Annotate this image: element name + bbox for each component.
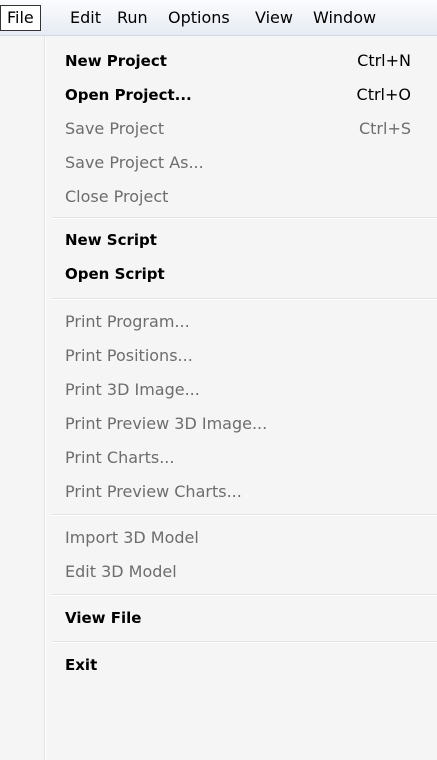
menu-item-label: Print Preview 3D Image...	[65, 414, 268, 433]
menu-item-edit-3d-model[interactable]: Edit 3D Model	[52, 555, 422, 589]
menu-item-label: Save Project	[65, 119, 165, 138]
menu-item-label: View File	[65, 609, 142, 627]
menu-file[interactable]: File	[0, 5, 41, 31]
menu-item-shortcut: Ctrl+S	[358, 119, 411, 138]
menu-item-print-program[interactable]: Print Program...	[52, 305, 422, 339]
menu-item-label: Import 3D Model	[65, 528, 199, 547]
menu-item-label: New Project	[65, 52, 167, 70]
menu-item-label: Print Program...	[65, 312, 190, 331]
menu-item-save-project[interactable]: Save Project Ctrl+S	[52, 112, 422, 146]
menu-item-label: Open Project...	[65, 86, 192, 104]
menu-item-new-script[interactable]: New Script	[52, 223, 422, 257]
menu-item-shortcut: Ctrl+O	[356, 85, 411, 104]
menu-separator	[52, 514, 437, 516]
menu-item-save-project-as[interactable]: Save Project As...	[52, 146, 422, 180]
menu-item-label: Exit	[65, 656, 98, 674]
menu-item-label: Print Charts...	[65, 448, 175, 467]
menu-item-view-file[interactable]: View File	[52, 601, 422, 635]
menu-separator	[52, 641, 437, 643]
menu-item-label: New Script	[65, 231, 157, 249]
file-menu-dropdown: New Project Ctrl+N Open Project... Ctrl+…	[0, 36, 437, 760]
menu-options[interactable]: Options	[162, 5, 236, 31]
menu-item-print-3d-image[interactable]: Print 3D Image...	[52, 373, 422, 407]
menu-item-shortcut: Ctrl+N	[357, 51, 411, 70]
menu-separator	[52, 298, 437, 300]
menu-item-label: Open Script	[65, 265, 165, 283]
menu-item-label: Edit 3D Model	[65, 562, 177, 581]
menu-item-label: Print Positions...	[65, 346, 193, 365]
menu-item-print-charts[interactable]: Print Charts...	[52, 441, 422, 475]
icon-gutter	[44, 36, 46, 760]
menu-item-label: Print 3D Image...	[65, 380, 200, 399]
menu-item-print-preview-charts[interactable]: Print Preview Charts...	[52, 475, 422, 509]
menu-item-import-3d-model[interactable]: Import 3D Model	[52, 521, 422, 555]
menu-item-print-positions[interactable]: Print Positions...	[52, 339, 422, 373]
menu-separator	[52, 594, 437, 596]
menu-item-open-script[interactable]: Open Script	[52, 257, 422, 291]
menu-item-label: Print Preview Charts...	[65, 482, 242, 501]
menu-window[interactable]: Window	[307, 5, 382, 31]
menu-item-open-project[interactable]: Open Project... Ctrl+O	[52, 78, 422, 112]
menu-view[interactable]: View	[249, 5, 299, 31]
menu-item-label: Save Project As...	[65, 153, 204, 172]
menu-item-close-project[interactable]: Close Project	[52, 180, 422, 214]
menu-item-exit[interactable]: Exit	[52, 648, 422, 682]
menu-edit[interactable]: Edit	[64, 5, 107, 31]
menu-item-new-project[interactable]: New Project Ctrl+N	[52, 44, 422, 78]
menu-run[interactable]: Run	[111, 5, 154, 31]
menu-item-label: Close Project	[65, 187, 169, 206]
menu-separator	[52, 217, 437, 219]
menu-item-print-preview-3d-image[interactable]: Print Preview 3D Image...	[52, 407, 422, 441]
menu-bar: File Edit Run Options View Window	[0, 0, 437, 36]
